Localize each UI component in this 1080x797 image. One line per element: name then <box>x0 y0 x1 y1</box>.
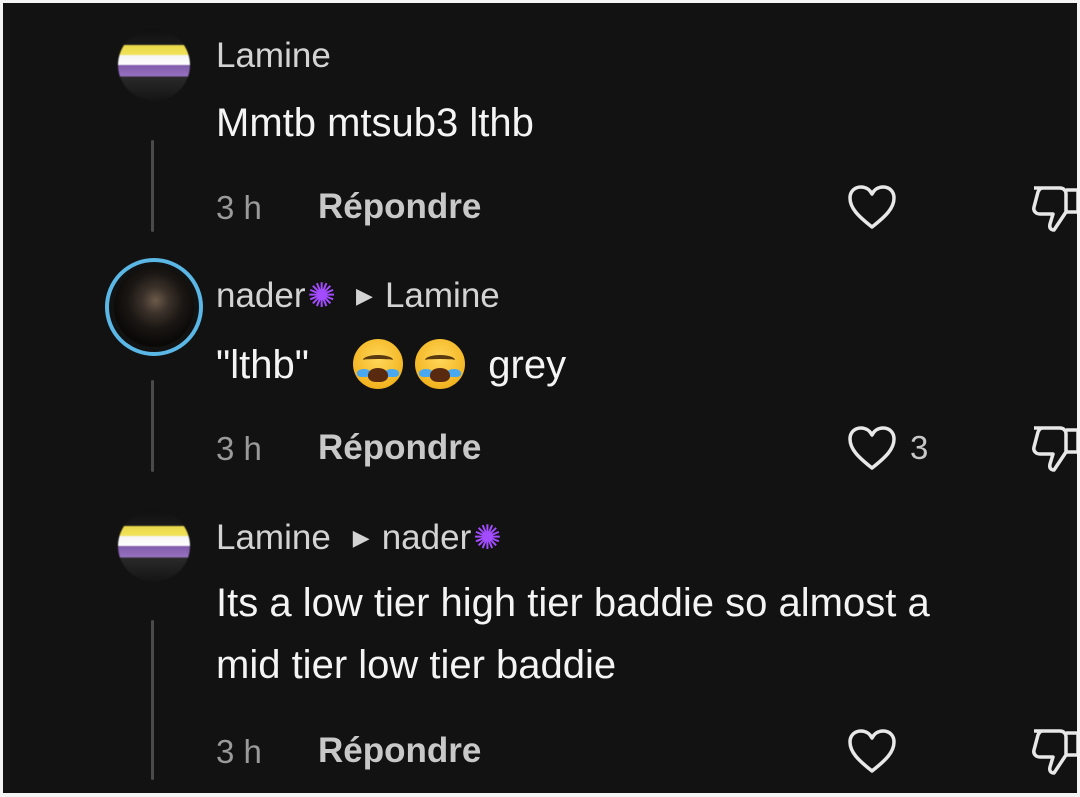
reply-button[interactable]: Répondre <box>318 731 481 771</box>
thread-line <box>151 620 154 780</box>
heart-outline-icon <box>848 426 896 470</box>
avatar[interactable] <box>118 510 190 582</box>
loudly-crying-face-emoji <box>415 339 466 390</box>
comment-text: Its a low tier high tier baddie so almos… <box>216 572 930 696</box>
comment-line: Its a low tier high tier baddie so almos… <box>216 581 930 625</box>
timestamp: 3 h <box>216 733 262 770</box>
comment-text-after: grey <box>488 343 567 387</box>
heart-outline-icon <box>848 729 896 773</box>
username[interactable]: nader <box>216 276 306 316</box>
dislike-button[interactable] <box>1030 182 1080 239</box>
loudly-crying-face-emoji <box>353 339 404 390</box>
like-count: 3 <box>910 429 929 466</box>
like-button[interactable]: 3 <box>846 424 928 472</box>
heart-outline-icon <box>848 185 896 229</box>
thumbs-down-outline-icon <box>1032 729 1080 775</box>
comment-text: "lthb" grey <box>216 334 566 396</box>
triangle-right-icon: ▶ <box>352 525 370 550</box>
username[interactable]: Lamine <box>216 518 331 558</box>
triangle-right-icon: ▶ <box>356 283 373 308</box>
thumbs-down-outline-icon <box>1032 186 1080 232</box>
purple-splat-emoji: ✺ <box>307 277 337 315</box>
thread-line <box>151 380 154 472</box>
comment-header: Lamine <box>216 36 331 76</box>
reply-to-username[interactable]: Lamine <box>385 276 500 316</box>
like-button[interactable] <box>846 183 898 231</box>
reply-button[interactable]: Répondre <box>318 187 481 227</box>
comment-line: mid tier low tier baddie <box>216 643 617 687</box>
avatar[interactable] <box>118 29 190 101</box>
reply-button[interactable]: Répondre <box>318 428 481 468</box>
purple-splat-emoji: ✺ <box>473 519 502 557</box>
thread-line <box>151 140 154 232</box>
dislike-button[interactable] <box>1030 422 1080 479</box>
comment-text-before: "lthb" <box>216 343 309 387</box>
timestamp: 3 h <box>216 430 262 467</box>
username[interactable]: Lamine <box>216 36 331 76</box>
thumbs-down-outline-icon <box>1032 426 1080 472</box>
reply-to-username[interactable]: nader <box>382 518 472 558</box>
comment-header: nader ✺ ▶ Lamine <box>216 276 500 316</box>
timestamp: 3 h <box>216 189 262 226</box>
like-button[interactable] <box>846 727 898 775</box>
comment-text: Mmtb mtsub3 lthb <box>216 92 534 154</box>
comment-header: Lamine ▶ nader ✺ <box>216 518 502 558</box>
dislike-button[interactable] <box>1030 725 1080 782</box>
comment-line: Mmtb mtsub3 lthb <box>216 101 534 145</box>
avatar[interactable] <box>105 258 203 356</box>
avatar-photo <box>114 267 194 347</box>
